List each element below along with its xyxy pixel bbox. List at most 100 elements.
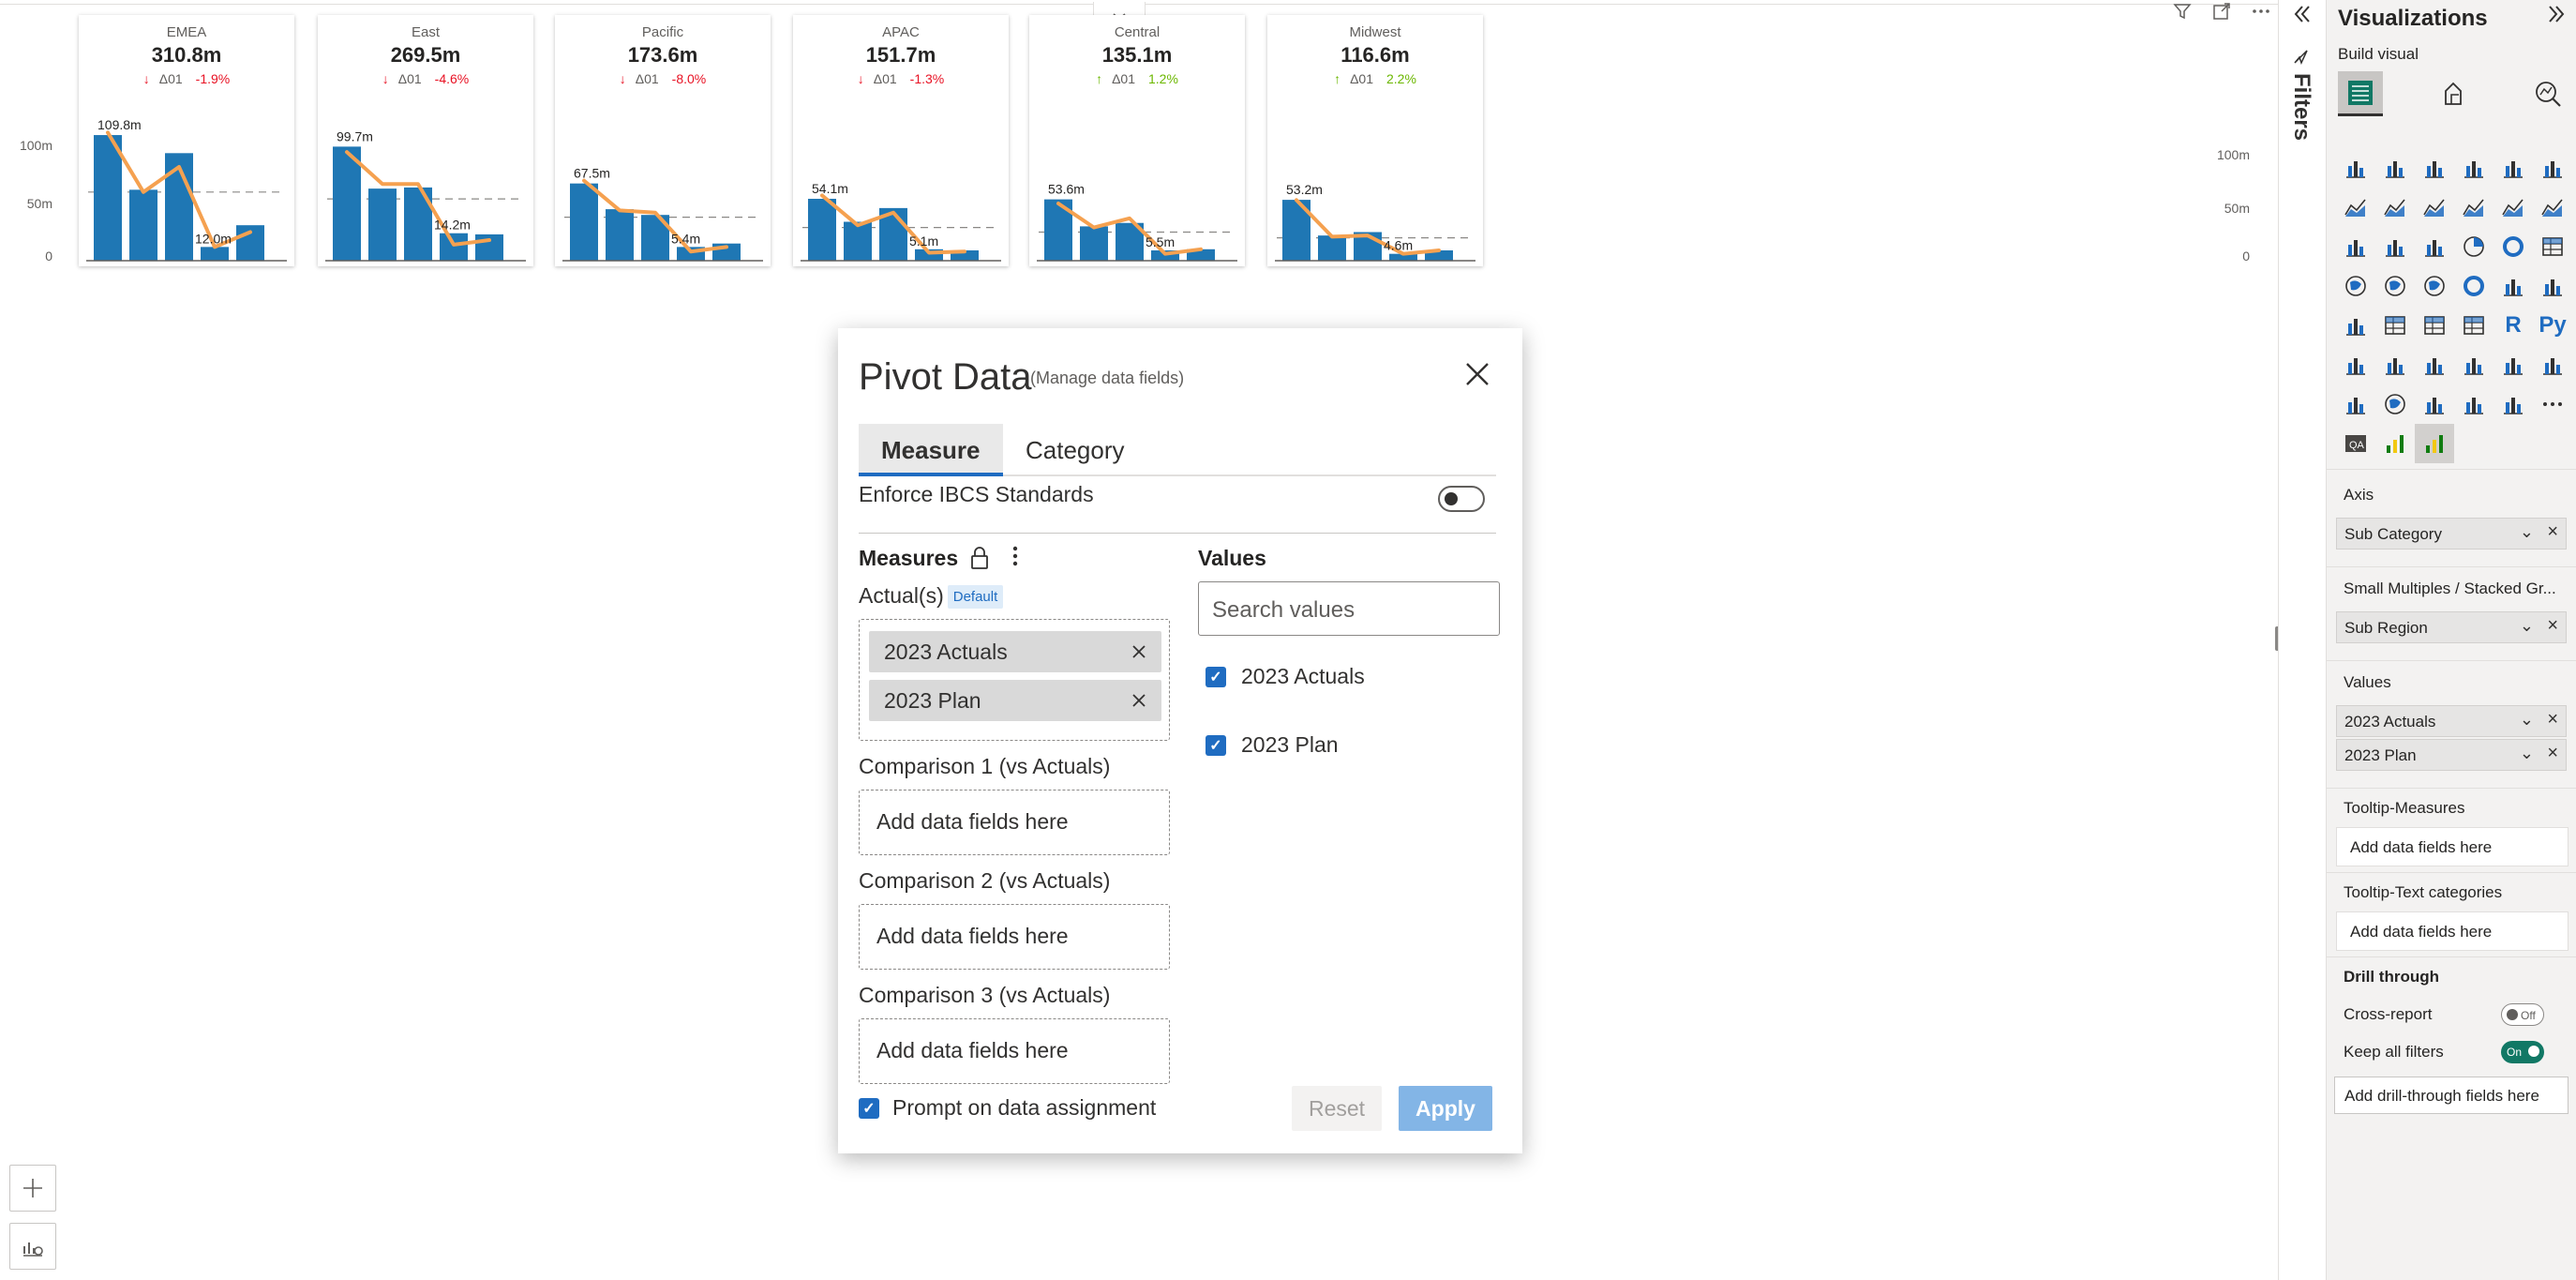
- chart-settings-icon[interactable]: [9, 1223, 56, 1270]
- remove-icon[interactable]: ×: [2547, 709, 2558, 730]
- custom-visual-icon[interactable]: [2454, 384, 2494, 424]
- stacked-area-chart-icon[interactable]: [2415, 188, 2454, 227]
- chevron-down-icon[interactable]: ⌄: [2520, 522, 2534, 542]
- region-card-central[interactable]: Central 135.1m ↑ Δ01 1.2% 53.6m 5.5m: [1029, 15, 1245, 266]
- field-chip[interactable]: 2023 Actuals: [869, 631, 1161, 672]
- python-visual-icon[interactable]: Py: [2533, 306, 2572, 345]
- gauge-icon[interactable]: [2454, 266, 2494, 306]
- chevron-down-icon[interactable]: ⌄: [2520, 744, 2534, 763]
- smart-narrative-icon[interactable]: [2415, 345, 2454, 384]
- azure-map-icon[interactable]: [2415, 266, 2454, 306]
- value-item[interactable]: ✓ 2023 Actuals: [1206, 664, 1365, 689]
- card-icon[interactable]: [2494, 266, 2533, 306]
- lock-icon[interactable]: [969, 546, 990, 575]
- ribbon-chart-icon[interactable]: [2533, 188, 2572, 227]
- comparison-3-dropzone[interactable]: Add data fields here: [859, 1018, 1170, 1084]
- more-options-icon[interactable]: [2250, 1, 2272, 22]
- arcgis-map-icon[interactable]: [2375, 384, 2415, 424]
- scatter-chart-icon[interactable]: [2415, 227, 2454, 266]
- paginated-report-icon[interactable]: [2494, 345, 2533, 384]
- axis-field[interactable]: Sub Category ⌄ ×: [2336, 518, 2567, 550]
- power-apps-icon[interactable]: [2415, 384, 2454, 424]
- value-item[interactable]: ✓ 2023 Plan: [1206, 732, 1339, 758]
- donut-chart-icon[interactable]: [2494, 227, 2533, 266]
- waterfall-chart-icon[interactable]: [2336, 227, 2375, 266]
- custom-bar-chart-icon[interactable]: [2375, 424, 2415, 463]
- tab-category[interactable]: Category: [1003, 424, 1147, 476]
- close-icon[interactable]: [1459, 358, 1496, 396]
- apply-button[interactable]: Apply: [1399, 1086, 1492, 1131]
- remove-icon[interactable]: ×: [2547, 743, 2558, 764]
- filters-label[interactable]: Filters: [2288, 73, 2314, 141]
- clustered-column-chart-icon[interactable]: [2454, 148, 2494, 188]
- power-automate-icon[interactable]: [2336, 384, 2375, 424]
- reset-button[interactable]: Reset: [1292, 1086, 1382, 1131]
- slicer-icon[interactable]: [2375, 306, 2415, 345]
- map-icon[interactable]: [2336, 266, 2375, 306]
- drill-through-dropzone[interactable]: Add drill-through fields here: [2334, 1077, 2569, 1114]
- ibcs-toggle[interactable]: [1438, 486, 1485, 512]
- power-apps-icon[interactable]: [2533, 345, 2572, 384]
- remove-icon[interactable]: [1130, 685, 1148, 716]
- region-card-pacific[interactable]: Pacific 173.6m ↓ Δ01 -8.0% 67.5m 5.4m: [555, 15, 771, 266]
- fields-tab-icon[interactable]: [2338, 71, 2383, 116]
- region-card-apac[interactable]: APAC 151.7m ↓ Δ01 -1.3% 54.1m 5.1m: [793, 15, 1009, 266]
- goals-icon[interactable]: [2454, 345, 2494, 384]
- double-chevron-left-icon[interactable]: [2290, 2, 2314, 34]
- pie-chart-icon[interactable]: [2454, 227, 2494, 266]
- comparison-2-dropzone[interactable]: Add data fields here: [859, 904, 1170, 970]
- values-field[interactable]: 2023 Plan ⌄ ×: [2336, 739, 2567, 771]
- chevron-visual-icon[interactable]: [2494, 384, 2533, 424]
- comparison-1-dropzone[interactable]: Add data fields here: [859, 790, 1170, 855]
- tab-measure[interactable]: Measure: [859, 424, 1003, 476]
- region-card-midwest[interactable]: Midwest 116.6m ↑ Δ01 2.2% 53.2m 4.6m: [1267, 15, 1483, 266]
- format-visual-icon[interactable]: [2432, 71, 2477, 116]
- double-chevron-right-icon[interactable]: [2544, 2, 2569, 34]
- stacked-bar-chart-icon[interactable]: [2336, 148, 2375, 188]
- area-chart-icon[interactable]: [2375, 188, 2415, 227]
- line-clustered-column-chart-icon[interactable]: [2494, 188, 2533, 227]
- qa-icon[interactable]: QA: [2336, 424, 2375, 463]
- treemap-icon[interactable]: [2533, 227, 2572, 266]
- tooltip-measures-dropzone[interactable]: Add data fields here: [2336, 827, 2569, 866]
- analytics-icon[interactable]: [2525, 71, 2570, 116]
- prompt-on-data-assignment[interactable]: ✓ Prompt on data assignment: [859, 1095, 1156, 1121]
- funnel-chart-icon[interactable]: [2375, 227, 2415, 266]
- key-influencers-icon[interactable]: [2336, 345, 2375, 384]
- custom-chart-selected-icon[interactable]: [2415, 424, 2454, 463]
- remove-icon[interactable]: ×: [2547, 615, 2558, 637]
- table-icon[interactable]: [2415, 306, 2454, 345]
- 100-stacked-column-chart-icon[interactable]: [2533, 148, 2572, 188]
- small-multiples-field[interactable]: Sub Region ⌄ ×: [2336, 611, 2567, 643]
- filter-icon[interactable]: [2171, 1, 2194, 22]
- multi-row-card-icon[interactable]: [2533, 266, 2572, 306]
- actuals-dropzone[interactable]: 2023 Actuals 2023 Plan: [859, 619, 1170, 741]
- line-column-chart-icon[interactable]: [2454, 188, 2494, 227]
- cross-report-toggle[interactable]: Off: [2501, 1003, 2544, 1026]
- chevron-down-icon[interactable]: ⌄: [2520, 710, 2534, 730]
- filled-map-icon[interactable]: [2375, 266, 2415, 306]
- clustered-bar-chart-icon[interactable]: [2415, 148, 2454, 188]
- remove-icon[interactable]: ×: [2547, 521, 2558, 543]
- add-page-button[interactable]: [9, 1165, 56, 1212]
- more-visuals-icon[interactable]: [2533, 384, 2572, 424]
- r-visual-icon[interactable]: R: [2494, 306, 2533, 345]
- matrix-icon[interactable]: [2454, 306, 2494, 345]
- 100-stacked-bar-chart-icon[interactable]: [2494, 148, 2533, 188]
- region-card-emea[interactable]: EMEA 310.8m ↓ Δ01 -1.9% 109.8m 12.0m: [79, 15, 294, 266]
- field-chip[interactable]: 2023 Plan: [869, 680, 1161, 721]
- remove-icon[interactable]: [1130, 636, 1148, 668]
- keep-filters-toggle[interactable]: On: [2501, 1041, 2544, 1063]
- checkbox-checked-icon[interactable]: ✓: [1206, 666, 1226, 687]
- values-field[interactable]: 2023 Actuals ⌄ ×: [2336, 705, 2567, 737]
- region-card-east[interactable]: East 269.5m ↓ Δ01 -4.6% 99.7m 14.2m: [318, 15, 533, 266]
- stacked-column-chart-icon[interactable]: [2375, 148, 2415, 188]
- search-values-input[interactable]: Search values: [1198, 581, 1500, 636]
- chevron-down-icon[interactable]: ⌄: [2520, 616, 2534, 636]
- filters-pane-collapsed[interactable]: Filters: [2278, 0, 2327, 1280]
- kpi-icon[interactable]: [2336, 306, 2375, 345]
- checkbox-checked-icon[interactable]: ✓: [1206, 734, 1226, 756]
- checkbox-checked-icon[interactable]: ✓: [859, 1097, 879, 1119]
- decomposition-tree-icon[interactable]: [2375, 345, 2415, 384]
- measures-more-icon[interactable]: [1011, 544, 1020, 575]
